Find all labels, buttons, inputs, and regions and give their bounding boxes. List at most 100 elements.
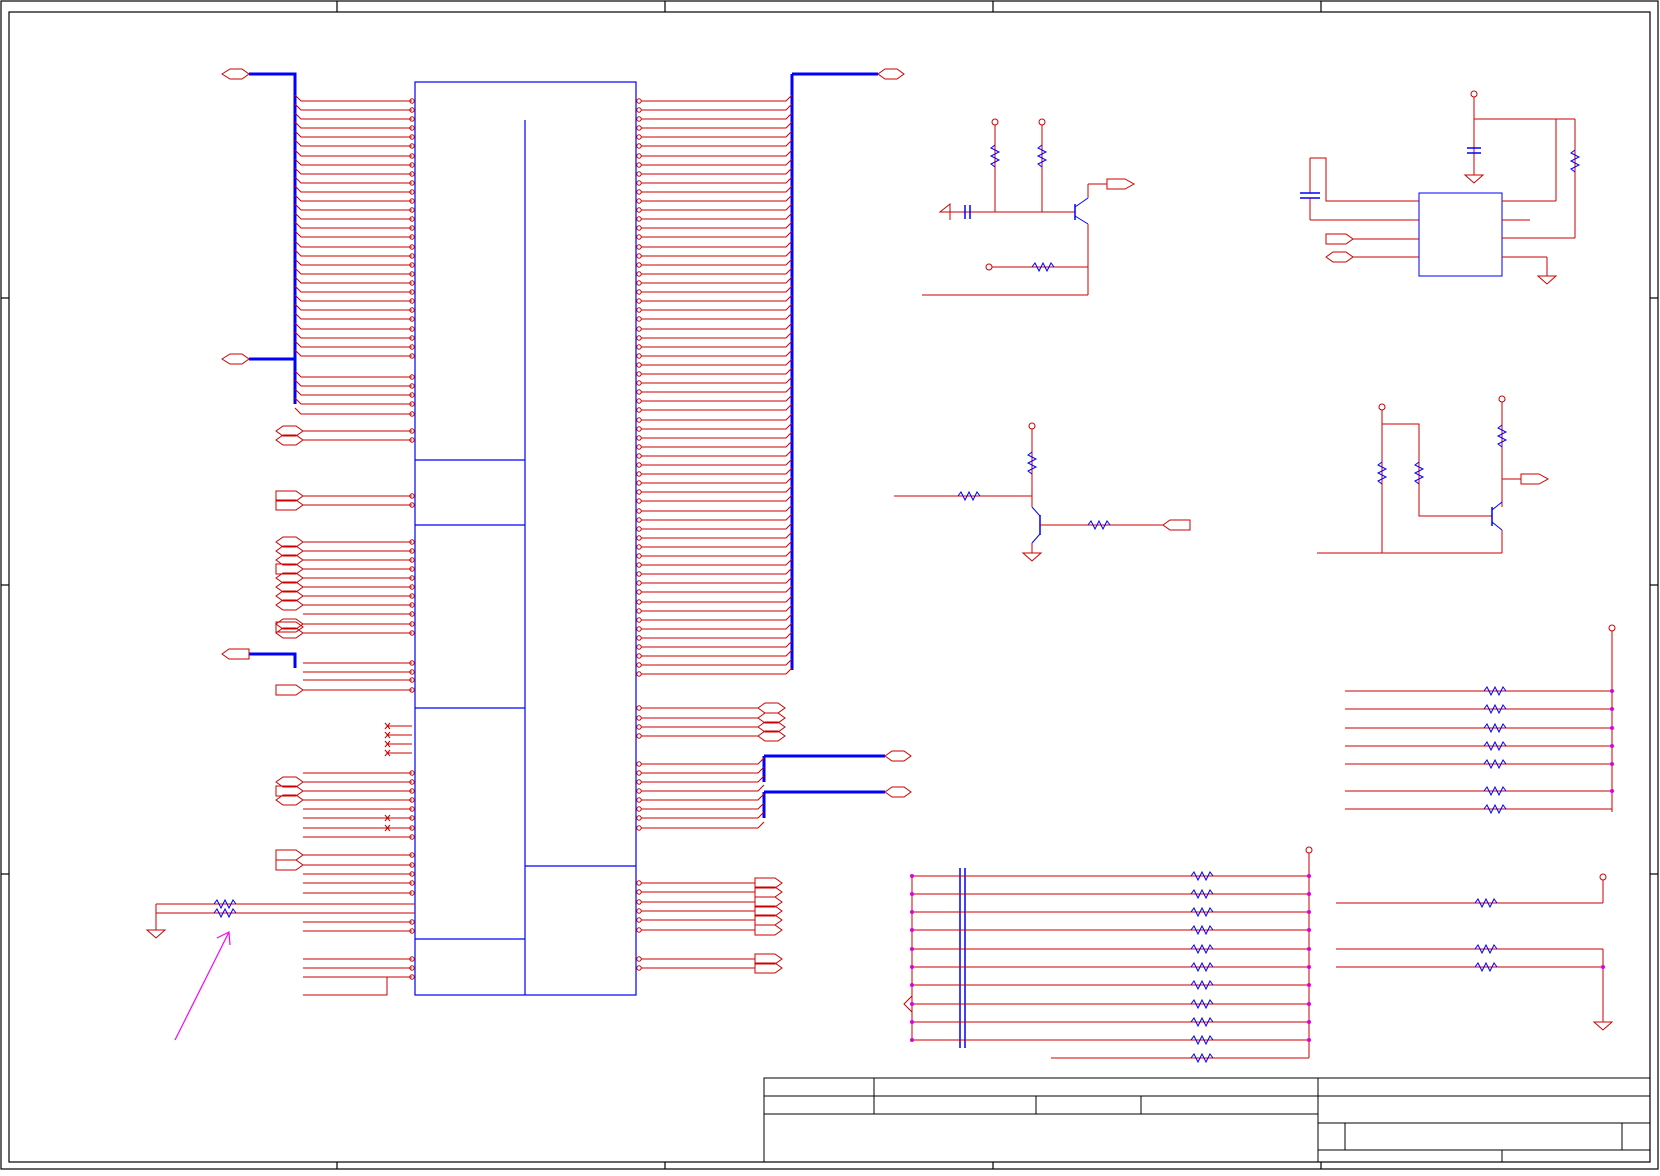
right-bus-entry-34 <box>641 403 793 411</box>
right-bus-entry-32 <box>641 385 793 393</box>
right-bus-entry-15 <box>641 230 793 238</box>
right-pin-33 <box>636 398 642 404</box>
rn1-junction-2 <box>1610 726 1614 730</box>
left-ctl-flag-6 <box>275 849 304 861</box>
cap-junction-1 <box>910 892 914 896</box>
right-bus-entry-12 <box>641 203 793 211</box>
right-bus-entry-21 <box>641 285 793 293</box>
right-bus-entry-54 <box>641 585 793 593</box>
right-bus-entry-33 <box>641 394 793 402</box>
transistor-circuit-3 <box>1317 395 1550 554</box>
right-bus2-pin-1 <box>636 770 642 776</box>
left-bus-entry-10 <box>294 185 412 193</box>
rn1-junction-1 <box>1610 707 1614 711</box>
right-pin-17 <box>636 253 642 259</box>
right-out-pin-7 <box>636 965 642 971</box>
rn2-junction-3 <box>1307 928 1311 932</box>
rn2-power-pin <box>1305 846 1313 854</box>
right-pin-32 <box>636 389 642 395</box>
right-bus-entry-29 <box>641 358 793 366</box>
right-bus-entry-31 <box>641 376 793 384</box>
right-pin-40 <box>636 462 642 468</box>
right-pin-46 <box>636 517 642 523</box>
bus-port-left-low <box>221 648 250 660</box>
left-bus-entry-22 <box>294 294 412 302</box>
right-pin-44 <box>636 498 642 504</box>
right-pin-30 <box>636 371 642 377</box>
rn2-junction-0 <box>1307 874 1311 878</box>
right-bus-entry-0 <box>641 94 793 102</box>
right-pin-21 <box>636 289 642 295</box>
right-bus-entry-26 <box>641 331 793 339</box>
right-bus-entry-11 <box>641 194 793 202</box>
right-pin-37 <box>636 435 642 441</box>
right-bus-entry-16 <box>641 240 793 248</box>
right-pin-58 <box>636 626 642 632</box>
left-bus-entry-21 <box>294 285 412 293</box>
rn2-junction-6 <box>1307 983 1311 987</box>
right-bus-entry-42 <box>641 476 793 484</box>
right-pin-60 <box>636 644 642 650</box>
right-bus-entry-52 <box>641 567 793 575</box>
right-bus-entry-3 <box>641 121 793 129</box>
right-pin-9 <box>636 180 642 186</box>
ground-symbol-b <box>1463 174 1485 184</box>
left-bus-entry-9 <box>294 176 412 184</box>
right-pin-57 <box>636 617 642 623</box>
left-bus-entry-4 <box>294 130 412 138</box>
right-bus2-pin-4 <box>636 797 642 803</box>
right-pin-54 <box>636 589 642 595</box>
right-bus-entry-40 <box>641 458 793 466</box>
net-port-tc2 <box>1162 519 1191 531</box>
right-pin-22 <box>636 298 642 304</box>
right-pin-5 <box>636 143 642 149</box>
right-bus-entry-44 <box>641 494 793 502</box>
generated-wires <box>275 94 793 996</box>
left-bus-entry-28 <box>294 349 412 357</box>
right-pin-11 <box>636 198 642 204</box>
left-bus-entry-7 <box>294 158 412 166</box>
right-out-pin-3 <box>636 908 642 914</box>
right-bus-entry-53 <box>641 576 793 584</box>
right-pin-14 <box>636 225 642 231</box>
right-bus-entry-17 <box>641 249 793 257</box>
right-bus2-pin-6 <box>636 815 642 821</box>
rn2-junction-2 <box>1307 910 1311 914</box>
right-bus-entry-46 <box>641 513 793 521</box>
small-ic-circuit <box>1300 90 1581 285</box>
rn1-junction-5 <box>1610 789 1614 793</box>
right-bus-entry-27 <box>641 340 793 348</box>
right-bus-entry-48 <box>641 531 793 539</box>
right-pin-2 <box>636 116 642 122</box>
transistor-circuit-2 <box>894 422 1191 562</box>
rn2-junction-4 <box>1307 947 1311 951</box>
ground-symbol-a <box>938 202 951 220</box>
right-bus-entry-61 <box>641 649 793 657</box>
right-pin-53 <box>636 580 642 586</box>
right-bus2-entry-4 <box>641 793 765 801</box>
right-pin-19 <box>636 271 642 277</box>
left-bus-entry-17 <box>294 249 412 257</box>
bus-port-right-a <box>884 750 912 762</box>
annotation-arrow <box>174 931 231 1041</box>
right-bus-entry-28 <box>641 349 793 357</box>
left-bus-entry-27 <box>294 340 412 348</box>
ground-symbol-c <box>1536 275 1558 285</box>
left-bus-entry-19 <box>294 267 412 275</box>
right-bus-entry-20 <box>641 276 793 284</box>
right-bus-entry-23 <box>641 303 793 311</box>
right-bus-entry-18 <box>641 258 793 266</box>
right-bus-entry-45 <box>641 504 793 512</box>
right-pin-39 <box>636 453 642 459</box>
left-wire-bottom <box>303 976 412 996</box>
cap-junction-3 <box>910 928 914 932</box>
rn1-junction-3 <box>1610 744 1614 748</box>
right-bus-entry-37 <box>641 431 793 439</box>
left-bus-entry-26 <box>294 331 412 339</box>
cap-junction-6 <box>910 983 914 987</box>
right-bus-entry-59 <box>641 631 793 639</box>
left-bus-entry-33 <box>294 407 412 415</box>
right-pin-35 <box>636 417 642 423</box>
rn1-junction-0 <box>1610 689 1614 693</box>
left-bus-entry-11 <box>294 194 412 202</box>
